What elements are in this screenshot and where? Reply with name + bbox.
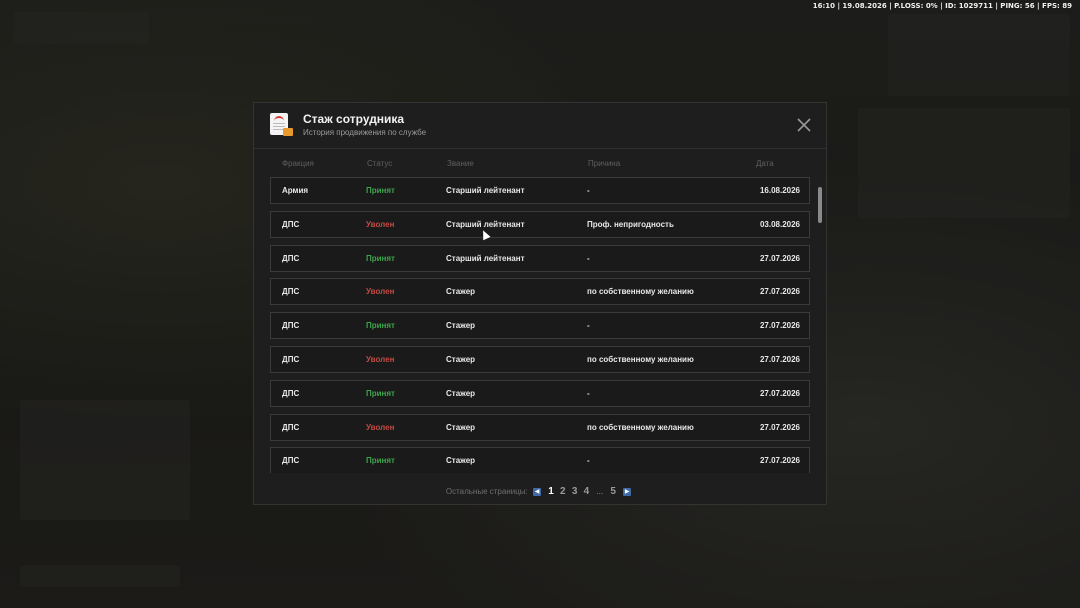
rank-cell: Стажер (446, 287, 476, 297)
date-cell: 27.07.2026 (759, 253, 800, 263)
table-row[interactable]: ДПС Принят Стажер - 27.07.2026 (270, 447, 810, 473)
status-bar: 16:10 | 19.08.2026 | P.LOSS: 0% | ID: 10… (812, 2, 1072, 10)
table-row[interactable]: ДПС Уволен Старший лейтенант Проф. непригод… (270, 210, 810, 238)
rank-cell: Стажер (446, 422, 476, 432)
date-cell: 27.07.2026 (759, 422, 800, 432)
pagination-ellipsis: ... (596, 487, 604, 496)
rank-cell: Старший лейтенант (446, 253, 525, 263)
faction-cell: ДПС (282, 287, 300, 297)
table-row[interactable]: ДПС Уволен Стажер по собственному желанию 27… (270, 413, 810, 441)
pagination: Остальные страницы: ◀ 1 2 3 4 ... 5 ▶ (254, 486, 826, 498)
close-icon (797, 118, 811, 132)
date-cell: 27.07.2026 (759, 355, 800, 364)
faction-cell: ДПС (282, 456, 300, 466)
table-row[interactable]: ДПС Принят Стажер - 27.07.2026 (270, 379, 810, 407)
rank-cell: Стажер (446, 456, 476, 466)
page-button-3[interactable]: 3 (572, 486, 578, 497)
status-cell: Уволен (366, 355, 395, 364)
faction-cell: ДПС (282, 422, 300, 432)
status-cell: Уволен (366, 287, 395, 297)
table-row[interactable]: ДПС Уволен Стажер по собственному желанию 27… (270, 278, 810, 306)
reason-cell: по собственному желанию (587, 355, 694, 364)
column-header-status: Статус (367, 159, 393, 168)
modal-title: Стаж сотрудника (303, 112, 405, 126)
table-row[interactable]: ДПС Принят Старший лейтенант - 27.07.2026 (270, 244, 810, 272)
scrollbar-thumb[interactable] (818, 187, 822, 223)
rank-cell: Старший лейтенант (446, 186, 525, 195)
rank-cell: Стажер (446, 355, 476, 364)
faction-cell: Армия (282, 186, 309, 195)
column-header-rank: Звание (447, 159, 474, 168)
status-cell: Принят (366, 456, 395, 466)
employee-tenure-modal: Стаж сотрудника История продвижения по с… (253, 102, 827, 505)
date-cell: 03.08.2026 (759, 219, 800, 229)
reason-cell: - (587, 456, 590, 466)
history-table[interactable]: Армия Принят Старший лейтенант - 16.08.2026 Д… (270, 177, 810, 473)
faction-cell: ДПС (282, 253, 300, 263)
status-cell: Уволен (366, 422, 395, 432)
faction-cell: ДПС (282, 219, 300, 229)
rank-cell: Стажер (446, 321, 476, 331)
column-header-date: Дата (756, 159, 774, 168)
table-row[interactable]: ДПС Принят Стажер - 27.07.2026 (270, 312, 810, 340)
close-button[interactable] (796, 117, 812, 133)
date-cell: 27.07.2026 (759, 456, 800, 466)
date-cell: 27.07.2026 (759, 321, 800, 331)
faction-cell: ДПС (282, 355, 300, 364)
page-button-4[interactable]: 4 (584, 486, 590, 497)
date-cell: 27.07.2026 (759, 388, 800, 398)
page-button-5[interactable]: 5 (610, 486, 616, 497)
date-cell: 27.07.2026 (759, 287, 800, 297)
reason-cell: - (587, 321, 590, 331)
page-button-2[interactable]: 2 (560, 486, 566, 497)
column-header-reason: Причина (588, 159, 621, 168)
status-cell: Принят (366, 253, 395, 263)
modal-header: Стаж сотрудника История продвижения по с… (254, 103, 826, 149)
chevron-left-icon[interactable]: ◀ (533, 487, 542, 496)
column-header-faction: Фракция (282, 159, 314, 168)
status-cell: Принят (366, 388, 395, 398)
reason-cell: - (587, 186, 590, 195)
reason-cell: по собственному желанию (587, 287, 694, 297)
reason-cell: Проф. непригодность (587, 219, 674, 229)
page-button-1[interactable]: 1 (548, 486, 554, 497)
reason-cell: по собственному желанию (587, 422, 694, 432)
chevron-right-icon[interactable]: ▶ (623, 487, 632, 496)
faction-cell: ДПС (282, 388, 300, 398)
pagination-label: Остальные страницы: (445, 487, 528, 496)
table-row[interactable]: Армия Принят Старший лейтенант - 16.08.2026 (270, 177, 810, 204)
faction-cell: ДПС (282, 321, 300, 331)
reason-cell: - (587, 388, 590, 398)
reason-cell: - (587, 253, 590, 263)
status-cell: Принят (366, 186, 395, 195)
document-icon (270, 113, 293, 136)
modal-subtitle: История продвижения по службе (303, 128, 427, 137)
date-cell: 16.08.2026 (759, 186, 800, 195)
status-cell: Уволен (366, 219, 395, 229)
table-row[interactable]: ДПС Уволен Стажер по собственному желанию 27… (270, 346, 810, 373)
status-cell: Принят (366, 321, 395, 331)
rank-cell: Стажер (446, 388, 476, 398)
